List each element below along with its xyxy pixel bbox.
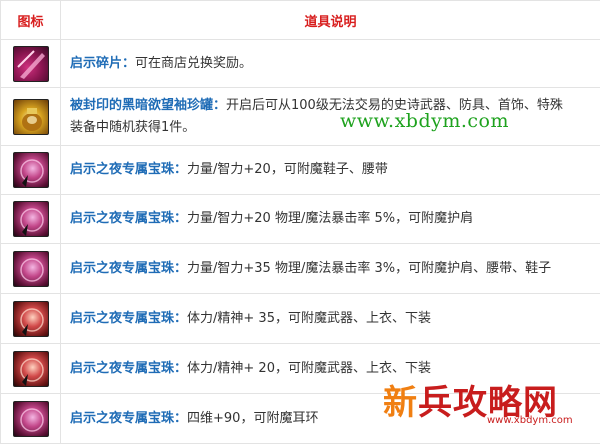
orb-icon [13,152,49,188]
item-text: 可在商店兑换奖励。 [135,56,252,71]
item-text: 力量/智力+20，可附魔鞋子、腰带 [187,162,388,177]
icon-cell [1,195,61,244]
icon-cell [1,146,61,195]
item-text: 体力/精神+ 35，可附魔武器、上衣、下装 [187,311,431,326]
item-text-continued: 装备中随机获得1件。 [70,120,195,135]
table-row: 启示碎片：可在商店兑换奖励。 [1,40,600,88]
jar-icon [13,99,49,135]
table-header-row: 图标 道具说明 [1,1,600,40]
table-row: 启示之夜专属宝珠：力量/智力+35 物理/魔法暴击率 3%，可附魔护肩、腰带、鞋… [1,244,600,294]
item-text: 力量/智力+20 物理/魔法暴击率 5%，可附魔护肩 [187,211,473,226]
header-description: 道具说明 [61,1,600,40]
icon-cell [1,394,61,444]
item-name: 启示之夜专属宝珠： [70,261,187,276]
icon-cell [1,294,61,344]
item-name: 启示碎片： [70,56,135,71]
header-icon: 图标 [1,1,61,40]
table-row: 被封印的黑暗欲望袖珍罐：开启后可从100级无法交易的史诗武器、防具、首饰、特殊 … [1,88,600,146]
item-description: 启示之夜专属宝珠：力量/智力+20，可附魔鞋子、腰带 [61,146,600,195]
icon-cell [1,40,61,88]
item-name: 启示之夜专属宝珠： [70,311,187,326]
item-text: 力量/智力+35 物理/魔法暴击率 3%，可附魔护肩、腰带、鞋子 [187,261,551,276]
table-row: 启示之夜专属宝珠：力量/智力+20 物理/魔法暴击率 5%，可附魔护肩 [1,195,600,244]
item-description: 被封印的黑暗欲望袖珍罐：开启后可从100级无法交易的史诗武器、防具、首饰、特殊 … [61,88,600,146]
site-logo[interactable]: 新兵攻略网 www.xbdym.com [383,375,598,431]
icon-cell [1,244,61,294]
item-name: 启示之夜专属宝珠： [70,162,187,177]
icon-cell [1,344,61,394]
item-text: 四维+90，可附魔耳环 [187,411,318,426]
item-name: 启示之夜专属宝珠： [70,211,187,226]
item-description: 启示之夜专属宝珠：力量/智力+35 物理/魔法暴击率 3%，可附魔护肩、腰带、鞋… [61,244,600,294]
item-name: 启示之夜专属宝珠： [70,411,187,426]
item-text: 体力/精神+ 20，可附魔武器、上衣、下装 [187,361,431,376]
item-name: 启示之夜专属宝珠： [70,361,187,376]
item-description: 启示之夜专属宝珠：体力/精神+ 35，可附魔武器、上衣、下装 [61,294,600,344]
orb-icon [13,351,49,387]
shard-icon [13,46,49,82]
watermark-text: www.xbdym.com [340,110,509,132]
item-name: 被封印的黑暗欲望袖珍罐： [70,98,226,113]
orb-icon [13,401,49,437]
orb-icon [13,301,49,337]
orb-icon [13,251,49,287]
table-row: 启示之夜专属宝珠：力量/智力+20，可附魔鞋子、腰带 [1,146,600,195]
icon-cell [1,88,61,146]
item-description: 启示之夜专属宝珠：力量/智力+20 物理/魔法暴击率 5%，可附魔护肩 [61,195,600,244]
table-row: 启示之夜专属宝珠：体力/精神+ 35，可附魔武器、上衣、下装 [1,294,600,344]
item-description: 启示碎片：可在商店兑换奖励。 [61,40,600,88]
logo-char-xin: 新 [383,383,418,423]
orb-icon [13,201,49,237]
logo-url: www.xbdym.com [487,415,573,426]
